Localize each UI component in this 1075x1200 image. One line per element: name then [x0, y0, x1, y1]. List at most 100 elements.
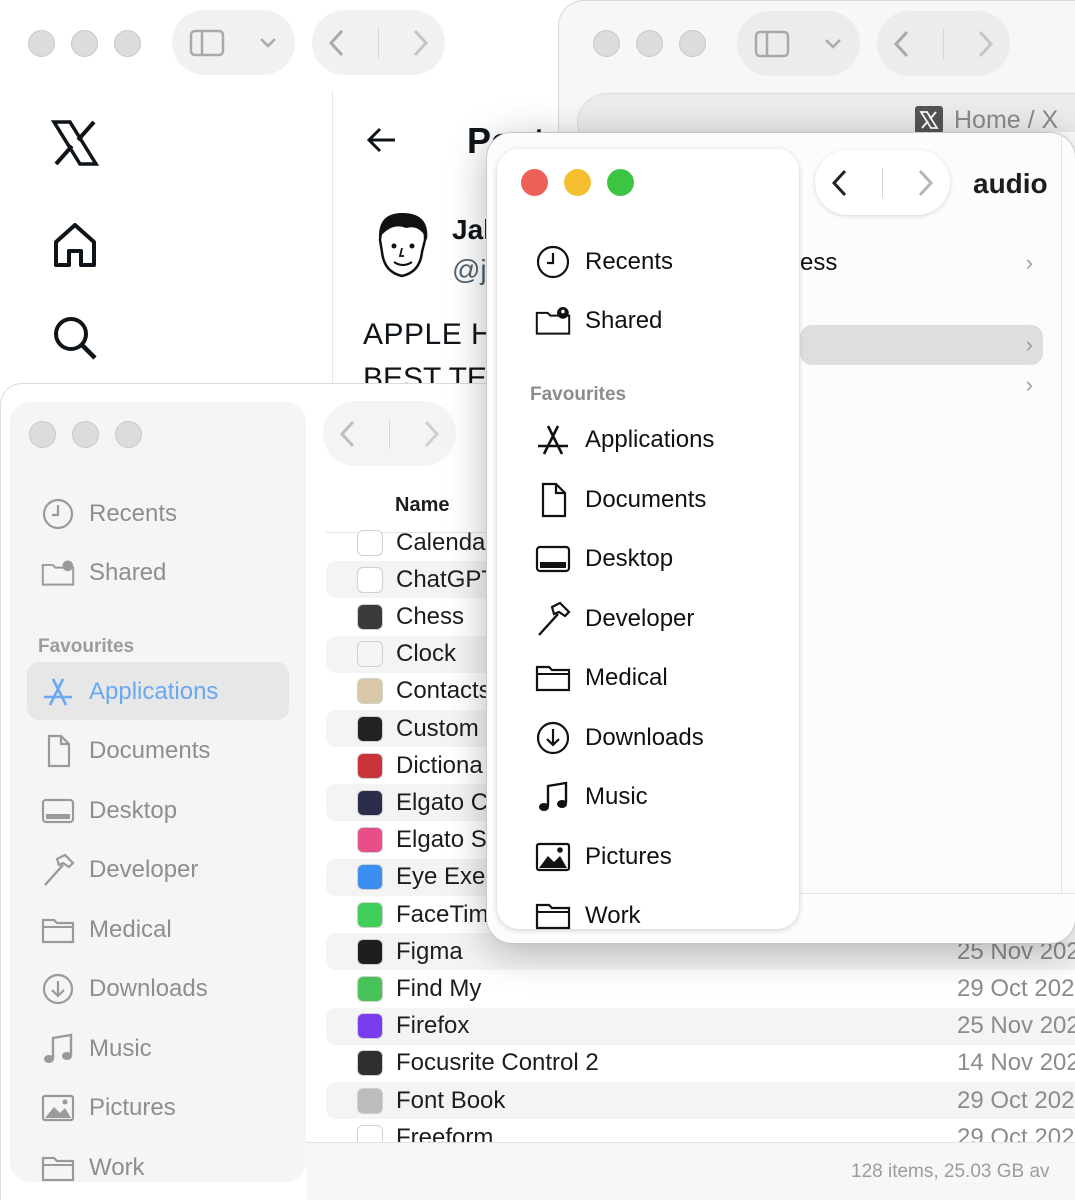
- sidebar-toggle-button[interactable]: [737, 11, 860, 76]
- music-note-icon: [539, 781, 568, 811]
- sidebar-item-medical[interactable]: Medical: [41, 910, 172, 950]
- sidebar-item-label: Work: [585, 902, 641, 929]
- sidebar-icon: [754, 30, 789, 57]
- author-handle[interactable]: @j: [452, 254, 487, 286]
- sidebar-item-medical[interactable]: Medical: [535, 658, 668, 698]
- sidebar-item-label: Documents: [89, 737, 211, 764]
- document-icon: [541, 482, 567, 518]
- sidebar-item-work[interactable]: Work: [535, 896, 641, 936]
- sidebar-item-label: Pictures: [89, 1094, 176, 1121]
- app-icon: [357, 529, 383, 556]
- zoom-dot[interactable]: [114, 30, 141, 57]
- close-button[interactable]: [521, 169, 548, 196]
- file-name: Font Book: [396, 1086, 506, 1114]
- zoom-button[interactable]: [607, 169, 634, 196]
- minimize-dot[interactable]: [636, 30, 663, 57]
- file-name: Eye Exer: [396, 863, 494, 891]
- forward-icon[interactable]: [422, 419, 440, 449]
- sidebar-item-label: Downloads: [89, 975, 208, 1002]
- close-dot[interactable]: [28, 30, 55, 57]
- app-icon: [357, 827, 383, 854]
- file-name: ChatGPT: [396, 565, 497, 593]
- finder-front-window: ess › › › audio Recents Shared Favourite…: [486, 132, 1075, 944]
- clock-icon: [536, 245, 570, 279]
- zoom-dot[interactable]: [679, 30, 706, 57]
- file-name: Contacts: [396, 677, 491, 705]
- sidebar-item-applications[interactable]: Applications: [41, 672, 218, 712]
- sidebar-item-label: Medical: [89, 916, 172, 943]
- table-row[interactable]: Focusrite Control 2 14 Nov 202: [326, 1045, 1075, 1082]
- column-header-name[interactable]: Name: [395, 494, 449, 517]
- table-row[interactable]: Font Book 29 Oct 202: [326, 1082, 1075, 1119]
- back-icon[interactable]: [328, 28, 346, 58]
- path-title: audio: [973, 168, 1048, 199]
- sidebar-item-documents[interactable]: Documents: [41, 731, 210, 771]
- app-icon: [357, 864, 383, 891]
- sidebar-item-label: Desktop: [585, 545, 674, 572]
- chevron-right-icon: ›: [1025, 250, 1033, 275]
- back-icon[interactable]: [339, 419, 357, 449]
- sidebar-item-recents[interactable]: Recents: [41, 494, 177, 534]
- sidebar-item-pictures[interactable]: Pictures: [41, 1088, 176, 1128]
- tab-home-x[interactable]: Home / X: [914, 105, 1058, 135]
- forward-icon[interactable]: [916, 168, 934, 198]
- sidebar-item-documents[interactable]: Documents: [535, 480, 706, 520]
- sidebar-item-applications[interactable]: Applications: [535, 420, 714, 460]
- app-icon: [357, 1050, 383, 1077]
- app-icon: [357, 901, 383, 928]
- forward-icon[interactable]: [976, 29, 994, 59]
- sidebar-item-shared[interactable]: Shared: [41, 553, 166, 593]
- sidebar-icon: [189, 29, 224, 56]
- sidebar-item-pictures[interactable]: Pictures: [535, 837, 672, 877]
- minimize-dot[interactable]: [71, 30, 98, 57]
- window-controls: [593, 30, 706, 57]
- table-row[interactable]: Firefox 25 Nov 202: [326, 1007, 1075, 1045]
- section-header-favourites: Favourites: [530, 384, 627, 405]
- sidebar-item-downloads[interactable]: Downloads: [41, 969, 208, 1009]
- search-icon[interactable]: [50, 313, 100, 363]
- file-name: Focusrite Control 2: [396, 1049, 599, 1077]
- forward-icon[interactable]: [411, 28, 429, 58]
- x-logo-icon[interactable]: [50, 118, 100, 168]
- nav-buttons: [312, 10, 445, 75]
- chevron-down-icon: [260, 37, 277, 48]
- back-icon[interactable]: [893, 29, 911, 59]
- list-item[interactable]: ›: [800, 365, 1043, 405]
- list-item-selected[interactable]: ›: [800, 325, 1043, 365]
- sidebar-item-desktop[interactable]: Desktop: [41, 791, 177, 831]
- file-date: 29 Oct 202: [957, 1086, 1075, 1114]
- minimize-button[interactable]: [564, 169, 591, 196]
- sidebar-item-music[interactable]: Music: [41, 1029, 152, 1069]
- sidebar-item-music[interactable]: Music: [535, 777, 648, 817]
- minimize-dot[interactable]: [72, 421, 99, 448]
- app-icon: [357, 603, 383, 630]
- chevron-right-icon: ›: [1025, 372, 1033, 397]
- sidebar-item-developer[interactable]: Developer: [41, 850, 198, 890]
- x-favicon-icon: [915, 106, 943, 134]
- list-item[interactable]: ess ›: [800, 243, 1043, 283]
- home-icon[interactable]: [50, 220, 100, 270]
- download-icon: [536, 721, 570, 755]
- close-dot[interactable]: [29, 421, 56, 448]
- table-row[interactable]: Find My 29 Oct 202: [326, 970, 1075, 1007]
- avatar[interactable]: [370, 210, 435, 285]
- close-dot[interactable]: [593, 30, 620, 57]
- sidebar-item-work[interactable]: Work: [41, 1148, 145, 1188]
- sidebar-item-label: Applications: [585, 426, 715, 453]
- sidebar-item-recents[interactable]: Recents: [535, 242, 673, 282]
- sidebar-item-downloads[interactable]: Downloads: [535, 718, 704, 758]
- clock-icon: [42, 498, 74, 530]
- sidebar-item-label: Recents: [89, 500, 178, 527]
- zoom-dot[interactable]: [115, 421, 142, 448]
- sidebar-item-desktop[interactable]: Desktop: [535, 539, 673, 579]
- shared-folder-icon: [41, 560, 75, 586]
- sidebar-item-label: Developer: [585, 605, 695, 632]
- file-date: 14 Nov 202: [957, 1049, 1075, 1077]
- sidebar-item-shared[interactable]: Shared: [535, 301, 662, 341]
- sidebar-item-developer[interactable]: Developer: [535, 599, 694, 639]
- back-icon[interactable]: [831, 168, 849, 198]
- list-item-label: ess: [800, 249, 838, 276]
- sidebar-toggle-button[interactable]: [172, 10, 295, 75]
- folder-icon: [41, 918, 75, 944]
- back-arrow-icon[interactable]: [365, 123, 399, 157]
